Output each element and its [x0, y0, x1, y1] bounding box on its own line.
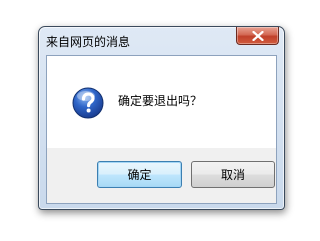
ok-button[interactable]: 确定	[97, 161, 182, 188]
dialog-title: 来自网页的消息	[46, 35, 131, 49]
close-button[interactable]	[236, 27, 279, 45]
message-area: 确定要退出吗？	[47, 56, 276, 148]
cancel-button[interactable]: 取消	[191, 161, 275, 188]
message-dialog: 来自网页的消息 确定要退出吗？ 确定 取消	[38, 26, 285, 210]
dialog-message: 确定要退出吗？	[118, 94, 203, 108]
dialog-body: 确定要退出吗？ 确定 取消	[46, 55, 277, 204]
close-icon	[251, 30, 264, 41]
question-icon	[72, 87, 104, 119]
title-bar[interactable]: 来自网页的消息	[39, 27, 284, 55]
